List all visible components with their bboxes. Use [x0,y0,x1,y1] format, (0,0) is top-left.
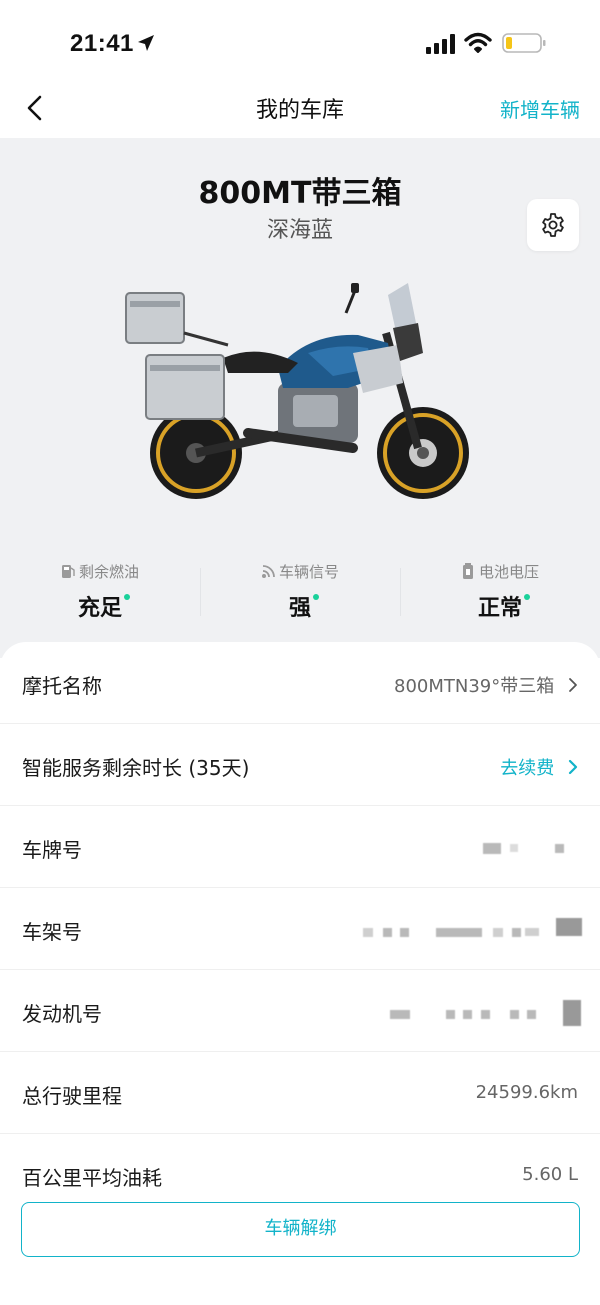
vehicle-status-stats: 剩余燃油 充足 车辆信号 强 电池电压 正常 [0,558,600,628]
stat-battery-label: 电池电压 [478,562,539,581]
row-motorcycle-name[interactable]: 摩托名称 800MTN39°带三箱 [0,642,600,724]
gear-icon [542,213,564,237]
motorcycle-image [125,283,469,499]
status-time: 21:41 [70,30,134,57]
stat-battery-value: 正常 [477,596,522,621]
vehicle-hero: 800MT带三箱 深海蓝 剩余燃油 充足 车辆信号 强 电池电压 正常 [0,138,600,658]
row-label: 车架号 [22,920,82,944]
chevron-right-icon [569,678,577,692]
cellular-signal-icon [426,34,455,54]
status-dot [524,594,530,600]
stat-fuel: 剩余燃油 充足 [0,558,200,628]
fuel-icon [61,565,75,578]
stat-signal-label: 车辆信号 [278,562,339,581]
status-dot [313,594,319,600]
row-frame-number: 车架号 [0,888,600,970]
battery-small-icon [462,563,473,579]
stat-fuel-label: 剩余燃油 [78,562,139,581]
row-value: 5.60 L [522,1164,578,1185]
row-plate-number: 车牌号 [0,806,600,888]
battery-icon [502,33,546,53]
row-total-mileage: 总行驶里程 24599.6km [0,1052,600,1134]
renew-label: 去续费 [500,758,555,779]
row-value: 800MTN39°带三箱 [394,676,555,697]
status-bar: 21:41 [0,0,600,88]
stat-signal: 车辆信号 强 [200,558,400,628]
vehicle-settings-button[interactable] [527,199,579,251]
stat-signal-value: 强 [288,596,311,621]
location-arrow-icon [138,35,154,51]
add-vehicle-button[interactable]: 新增车辆 [500,94,580,123]
row-label: 总行驶里程 [22,1084,122,1108]
row-label: 发动机号 [22,1002,102,1026]
row-engine-number: 发动机号 [0,970,600,1052]
vehicle-model: 800MT带三箱 [198,176,402,211]
chevron-right-icon [568,759,578,775]
unbind-vehicle-button[interactable]: 车辆解绑 [21,1202,580,1257]
row-label: 车牌号 [22,838,82,862]
stat-fuel-value: 充足 [77,596,122,621]
row-value: 24599.6km [475,1082,578,1103]
wifi-icon [464,32,492,53]
signal-wave-icon [261,565,275,578]
stat-battery: 电池电压 正常 [400,558,600,628]
nav-bar: 我的车库 新增车辆 [0,78,600,138]
vehicle-color: 深海蓝 [266,218,333,243]
status-dot [124,594,130,600]
row-smart-service: 智能服务剩余时长 (35天) 去续费 [0,724,600,806]
renew-button[interactable]: 去续费 [500,754,578,780]
row-label: 百公里平均油耗 [22,1166,162,1190]
row-label: 智能服务剩余时长 (35天) [22,756,250,780]
row-label: 摩托名称 [22,674,102,698]
